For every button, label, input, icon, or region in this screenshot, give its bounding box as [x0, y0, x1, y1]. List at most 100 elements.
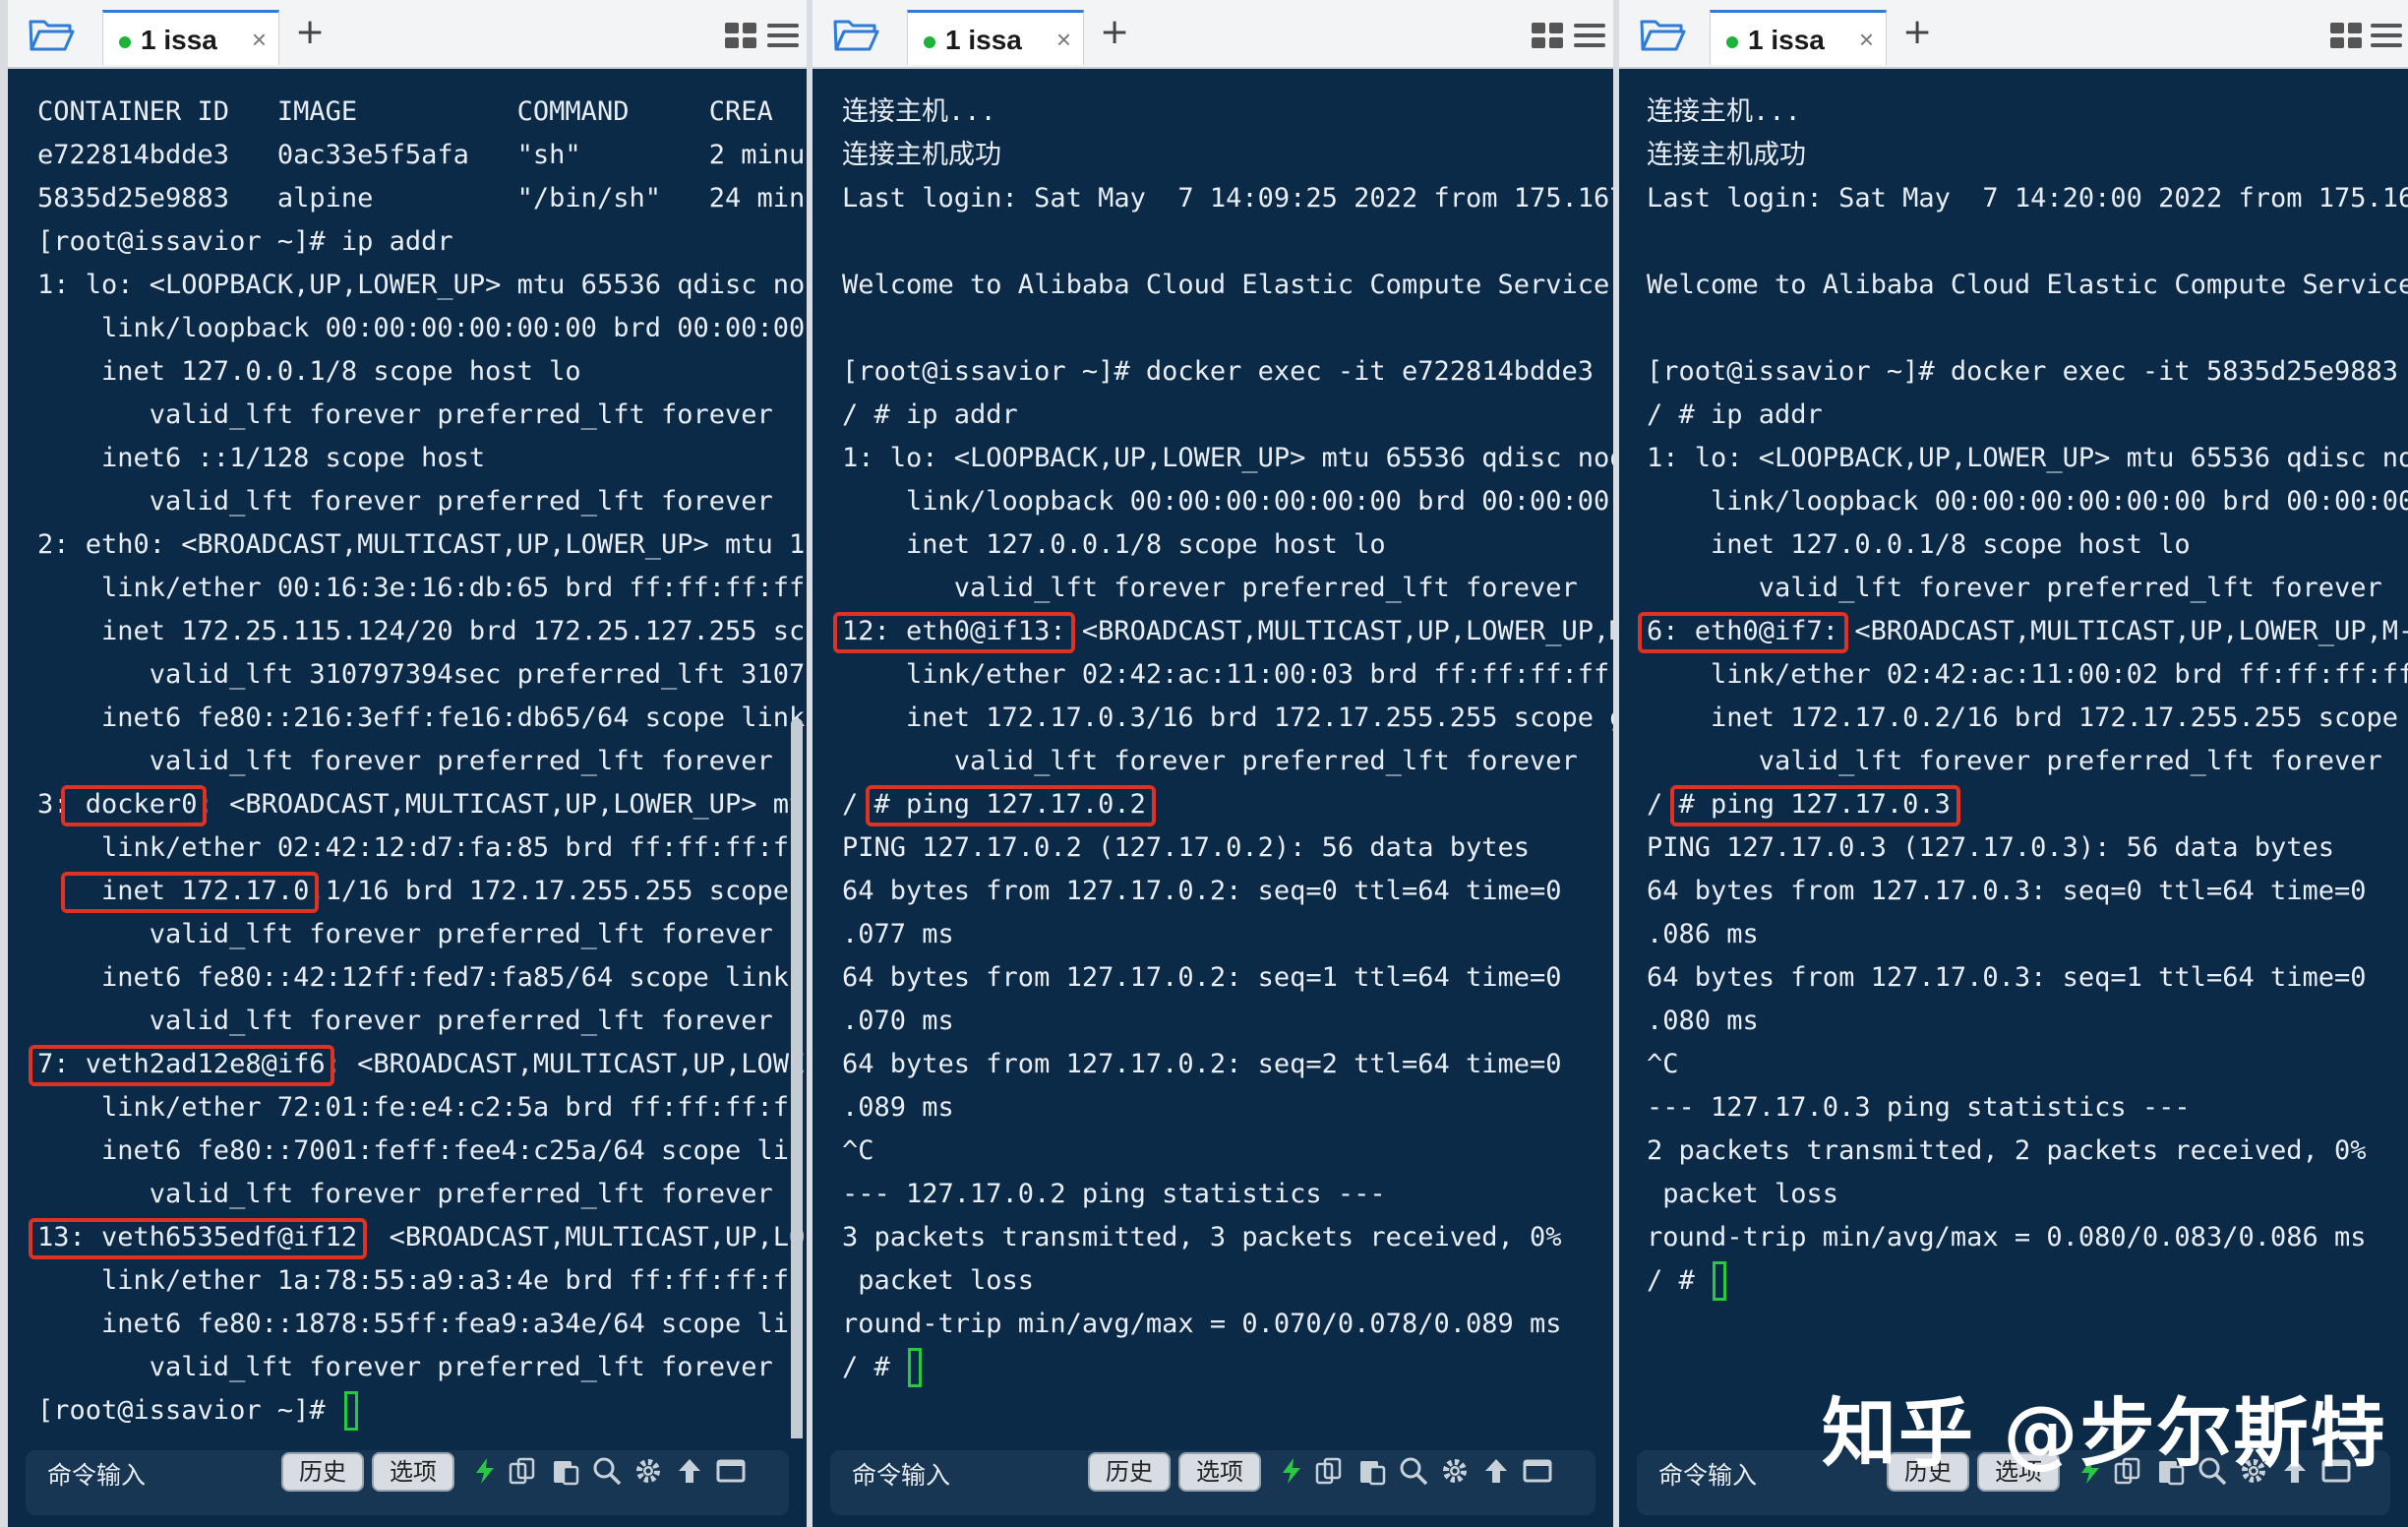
grid-view-icon[interactable] — [724, 22, 757, 49]
lightning-icon[interactable] — [1277, 1456, 1306, 1486]
terminal-line: ^C — [842, 1135, 874, 1166]
terminal-line: 64 bytes from 127.17.0.2: seq=2 ttl=64 t… — [842, 1049, 1562, 1079]
terminal-line: round-trip min/avg/max = 0.070/0.078/0.0… — [842, 1309, 1562, 1339]
options-button[interactable]: 选项 — [372, 1452, 454, 1492]
terminal-output[interactable]: CONTAINER ID IMAGE COMMAND CREA e722814bd… — [8, 69, 807, 1438]
terminal-output[interactable]: 连接主机... 连接主机成功 Last login: Sat May 7 14:09… — [813, 69, 1613, 1438]
new-tab-icon[interactable]: + — [295, 12, 325, 52]
menu-icon[interactable] — [1574, 23, 1605, 48]
terminal-line: valid_lft forever preferred_lft forever — [37, 746, 773, 776]
terminal-line: 1: lo: <LOOPBACK,UP,LOWER_UP> mtu 65536 … — [1647, 443, 2408, 473]
close-icon[interactable]: × — [1056, 25, 1071, 55]
highlight-box — [29, 1218, 367, 1259]
terminal-line: 1: lo: <LOOPBACK,UP,LOWER_UP> mtu 65536 … — [842, 443, 1613, 473]
upload-arrow-icon[interactable] — [1481, 1456, 1511, 1486]
terminal-line: link/loopback 00:00:00:00:00:00 brd 00:0… — [37, 313, 807, 343]
terminal-line: 5835d25e9883 alpine "/bin/sh" 24 minu — [37, 183, 807, 214]
highlight-box — [1669, 785, 1960, 826]
tab-label: 1 issa — [945, 25, 1022, 55]
terminal-line: 连接主机成功 — [842, 140, 1001, 170]
highlight-box — [865, 785, 1156, 826]
menu-icon[interactable] — [2371, 23, 2402, 48]
terminal-line: inet 127.0.0.1/8 scope host lo — [1647, 529, 2191, 560]
copy-icon[interactable] — [508, 1456, 537, 1486]
status-dot — [924, 36, 935, 48]
folder-open-icon[interactable] — [28, 14, 75, 53]
tab-label: 1 issa — [1748, 25, 1825, 55]
terminal-line: / # — [842, 1352, 907, 1382]
terminal-line: inet6 fe80::1878:55ff:fea9:a34e/64 scope… — [37, 1309, 806, 1339]
terminal-line: valid_lft forever preferred_lft forever — [37, 1179, 773, 1209]
new-tab-icon[interactable]: + — [1902, 12, 1932, 52]
history-button[interactable]: 历史 — [1088, 1452, 1171, 1492]
new-tab-icon[interactable]: + — [1100, 12, 1129, 52]
command-input[interactable]: 命令输入 — [1658, 1456, 1757, 1492]
terminal-line: .089 ms — [842, 1092, 954, 1123]
terminal-line: inet 172.17.0.2/16 brd 172.17.255.255 sc… — [1647, 702, 2408, 733]
close-icon[interactable]: × — [1859, 25, 1874, 55]
terminal-line: valid_lft forever preferred_lft forever — [842, 746, 1578, 776]
gear-icon[interactable] — [1440, 1456, 1470, 1486]
terminal-cursor — [343, 1391, 358, 1431]
options-button[interactable]: 选项 — [1178, 1452, 1261, 1492]
highlight-box — [29, 1045, 335, 1086]
terminal-line: / # ip addr — [1647, 399, 1823, 430]
terminal-line: 64 bytes from 127.17.0.2: seq=0 ttl=64 t… — [842, 876, 1562, 906]
terminal-line: link/loopback 00:00:00:00:00:00 brd 00:0… — [1647, 486, 2408, 517]
tab-issa[interactable]: 1 issa × — [1710, 10, 1887, 65]
copy-icon[interactable] — [1314, 1456, 1344, 1486]
terminal-line: e722814bdde3 0ac33e5f5afa "sh" 2 minut — [37, 140, 807, 170]
search-icon[interactable] — [1399, 1456, 1428, 1486]
terminal-line: 64 bytes from 127.17.0.3: seq=1 ttl=64 t… — [1647, 962, 2367, 993]
folder-open-icon[interactable] — [1639, 14, 1686, 53]
tab-issa[interactable]: 1 issa × — [102, 10, 279, 65]
terminal-line: inet 172.17.0.3/16 brd 172.17.255.255 sc… — [842, 702, 1613, 733]
terminal-line: link/loopback 00:00:00:00:00:00 brd 00:0… — [842, 486, 1613, 517]
terminal-line: inet6 ::1/128 scope host — [37, 443, 486, 473]
terminal-line: .080 ms — [1647, 1006, 1759, 1036]
tab-label: 1 issa — [141, 25, 217, 55]
terminal-line: 连接主机... — [842, 96, 996, 127]
tab-bar: 1 issa × + — [813, 0, 1613, 69]
terminal-pane-1: 1 issa × + CONTAINER ID IMAGE COMMAND CR… — [8, 0, 807, 1527]
command-input[interactable]: 命令输入 — [47, 1456, 146, 1492]
paste-icon[interactable] — [1357, 1456, 1387, 1486]
status-dot — [1726, 36, 1738, 48]
terminal-cursor — [1713, 1261, 1727, 1301]
command-input[interactable]: 命令输入 — [852, 1456, 950, 1492]
terminal-line: packet loss — [1647, 1179, 1839, 1209]
close-icon[interactable]: × — [252, 25, 267, 55]
terminal-line: valid_lft forever preferred_lft forever — [1647, 573, 2382, 603]
window-icon[interactable] — [1523, 1456, 1552, 1486]
terminal-line: Welcome to Alibaba Cloud Elastic Compute… — [1647, 270, 2408, 300]
paste-icon[interactable] — [551, 1456, 580, 1486]
grid-view-icon[interactable] — [1531, 22, 1564, 49]
terminal-line: CONTAINER ID IMAGE COMMAND CREA — [37, 96, 773, 127]
terminal-line: link/ether 02:42:ac:11:00:03 brd ff:ff:f… — [842, 659, 1613, 690]
scrollbar[interactable] — [791, 718, 803, 1456]
window-icon[interactable] — [716, 1456, 746, 1486]
upload-arrow-icon[interactable] — [675, 1456, 704, 1486]
terminal-line: 连接主机... — [1647, 96, 1801, 127]
terminal-line: inet6 fe80::216:3eff:fe16:db65/64 scope … — [37, 702, 806, 733]
search-icon[interactable] — [592, 1456, 622, 1486]
terminal-line: 64 bytes from 127.17.0.3: seq=0 ttl=64 t… — [1647, 876, 2367, 906]
terminal-line: valid_lft forever preferred_lft forever — [37, 486, 773, 517]
history-button[interactable]: 历史 — [281, 1452, 364, 1492]
terminal-line: [root@issavior ~]# docker exec -it e7228… — [842, 356, 1595, 387]
terminal-line: 3 packets transmitted, 3 packets receive… — [842, 1222, 1562, 1252]
terminal-line: 2 packets transmitted, 2 packets receive… — [1647, 1135, 2367, 1166]
folder-open-icon[interactable] — [832, 14, 879, 53]
grid-view-icon[interactable] — [2329, 22, 2363, 49]
terminal-output[interactable]: 连接主机... 连接主机成功 Last login: Sat May 7 14:20… — [1619, 69, 2408, 1438]
terminal-line: 64 bytes from 127.17.0.2: seq=1 ttl=64 t… — [842, 962, 1562, 993]
terminal-line: packet loss — [842, 1265, 1035, 1296]
gear-icon[interactable] — [633, 1456, 663, 1486]
highlight-box — [1638, 612, 1848, 653]
terminal-line: valid_lft forever preferred_lft forever — [37, 919, 773, 949]
tab-issa[interactable]: 1 issa × — [907, 10, 1084, 65]
menu-icon[interactable] — [767, 23, 799, 48]
terminal-line: link/ether 72:01:fe:e4:c2:5a brd ff:ff:f… — [37, 1092, 806, 1123]
terminal-pane-3: 1 issa × + 连接主机... 连接主机成功 Last login: Sat … — [1619, 0, 2408, 1527]
lightning-icon[interactable] — [470, 1456, 500, 1486]
